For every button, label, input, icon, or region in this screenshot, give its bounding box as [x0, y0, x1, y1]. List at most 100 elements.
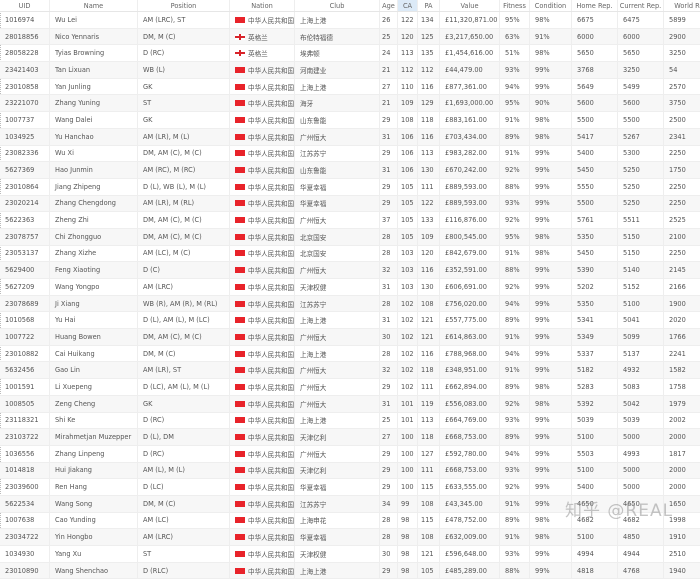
cell-current-rep: 5511: [618, 212, 664, 228]
table-row[interactable]: 5632456 Gao Lin AM (LR), ST 中华人民共和国 广州恒大 32 10…: [0, 362, 700, 380]
table-row[interactable]: 23039600 Ren Hang D (LC) 中华人民共和国 华夏幸福 29 100 11…: [0, 479, 700, 496]
column-header-pa[interactable]: PA: [418, 0, 440, 11]
table-row[interactable]: 5627369 Hao Junmin AM (RC), M (RC) 中华人民共和国山…: [0, 162, 700, 179]
cell-current-rep: 5000: [618, 429, 664, 445]
table-row[interactable]: 23020214 Zhang Chengdong AM (LR), M (RL) 中华…: [0, 195, 700, 213]
cell-condition: 99%: [530, 562, 572, 579]
table-row[interactable]: 1001591 Li Xuepeng D (LC), AM (L), M (L) 中华…: [0, 379, 700, 396]
cell-home-rep: 5341: [572, 312, 618, 329]
table-row[interactable]: 1016974 Wu Lei AM (LRC), ST 中华人民共和国 上海上港 26 12…: [0, 12, 700, 29]
cell-fitness: 91%: [500, 245, 530, 262]
china-flag-icon: [235, 400, 245, 407]
table-row[interactable]: 23053137 Zhang Xizhe AM (LC), M (C) 中华人民共和国…: [0, 245, 700, 263]
cell-value: £614,863.00: [440, 329, 500, 345]
column-header-nation[interactable]: Nation: [230, 0, 295, 11]
nation-label: 中华人民共和国: [248, 400, 295, 409]
table-row[interactable]: 23010882 Cai Huikang DM, M (C) 中华人民共和国 上海上港 2…: [0, 345, 700, 363]
column-header-club[interactable]: Club: [295, 0, 380, 11]
cell-nation: 英格兰: [230, 28, 295, 45]
cell-nation: 中华人民共和国: [230, 112, 295, 128]
column-header-home-rep[interactable]: Home Rep.: [572, 0, 618, 11]
column-header-ca[interactable]: CA: [398, 0, 418, 11]
table-row[interactable]: 23078757 Chi Zhongguo DM, AM (C), M (C) 中华人…: [0, 228, 700, 246]
cell-ca: 100: [398, 445, 418, 462]
cell-pa: 116: [418, 345, 440, 362]
table-row[interactable]: 1036556 Zhang Linpeng D (RC) 中华人民共和国 广州恒大 29 1…: [0, 445, 700, 463]
table-row[interactable]: 23010890 Wang Shenchao D (RLC) 中华人民共和国 上海上港 2…: [0, 562, 700, 579]
cell-uid: 23421403: [0, 62, 50, 78]
china-flag-icon: [235, 534, 245, 541]
column-header-condition[interactable]: Condition: [530, 0, 572, 11]
cell-club: 山东鲁能: [295, 162, 380, 178]
cell-age: 30: [380, 546, 398, 562]
cell-name: Feng Xiaoting: [50, 262, 138, 278]
nation-label: 中华人民共和国: [248, 233, 295, 242]
table-row[interactable]: 23082336 Wu Xi DM, AM (C), M (C) 中华人民共和国 江苏苏…: [0, 145, 700, 163]
column-header-current-rep[interactable]: Current Rep.: [618, 0, 664, 11]
cell-ca: 109: [398, 95, 418, 112]
cell-name: Cao Yunding: [50, 512, 138, 529]
cell-fitness: 91%: [500, 145, 530, 162]
cell-nation: 中华人民共和国: [230, 529, 295, 545]
table-row[interactable]: 1034930 Yang Xu ST 中华人民共和国 天津权健 30 98 121 £596,6…: [0, 546, 700, 563]
column-header-world-rep[interactable]: World Rep.: [664, 0, 700, 11]
cell-fitness: 94%: [500, 445, 530, 462]
cell-club: 广州恒大: [295, 212, 380, 228]
china-flag-icon: [235, 66, 245, 73]
cell-club: 上海申花: [295, 512, 380, 529]
column-header-uid[interactable]: UID: [0, 0, 50, 11]
cell-nation: 中华人民共和国: [230, 95, 295, 112]
cell-club: 广州恒大: [295, 128, 380, 145]
table-row[interactable]: 23078689 Ji Xiang WB (R), AM (R), M (RL) 中华…: [0, 295, 700, 313]
column-header-fitness[interactable]: Fitness: [500, 0, 530, 11]
table-row[interactable]: 28018856 Nico Yennaris DM, M (C) 英格兰 布伦特福德 25…: [0, 28, 700, 46]
table-row[interactable]: 23103722 Mirahmetjan Muzepper D (L), DM 中华人…: [0, 429, 700, 446]
cell-position: D (C): [138, 262, 230, 278]
table-row[interactable]: 23118321 Shi Ke D (RC) 中华人民共和国 上海上港 25 101 113 £…: [0, 412, 700, 430]
cell-current-rep: 5000: [618, 479, 664, 495]
cell-home-rep: 5450: [572, 162, 618, 178]
cell-current-rep: 4850: [618, 529, 664, 545]
table-row[interactable]: 1007722 Huang Bowen DM, AM (C), M (C) 中华人民共…: [0, 329, 700, 346]
cell-condition: 99%: [530, 479, 572, 495]
cell-club: 北京国安: [295, 245, 380, 262]
table-row[interactable]: 23221070 Zhang Yuning ST 中华人民共和国 海牙 21 109 129 £…: [0, 95, 700, 113]
cell-value: £485,289.00: [440, 562, 500, 579]
cell-name: Mirahmetjan Muzepper: [50, 429, 138, 445]
table-row[interactable]: 5627209 Wang Yongpo AM (LRC) 中华人民共和国 天津权健 31 1…: [0, 279, 700, 296]
table-row[interactable]: 1008505 Zeng Cheng GK 中华人民共和国 广州恒大 31 101 119 £5…: [0, 395, 700, 413]
table-row[interactable]: 5622363 Zheng Zhi DM, AM (C), M (C) 中华人民共和国…: [0, 212, 700, 229]
cell-ca: 106: [398, 162, 418, 178]
column-header-name[interactable]: Name: [50, 0, 138, 11]
cell-fitness: 88%: [500, 178, 530, 195]
table-row[interactable]: 1014818 Hui Jiakang AM (L), M (L) 中华人民共和国 天津…: [0, 462, 700, 480]
table-row[interactable]: 23010858 Yan Junling GK 中华人民共和国 上海上港 27 110 116…: [0, 78, 700, 96]
cell-nation: 中华人民共和国: [230, 345, 295, 362]
table-row[interactable]: 1034925 Yu Hanchao AM (LR), M (L) 中华人民共和国 广州…: [0, 128, 700, 146]
nation-label: 中华人民共和国: [248, 183, 295, 192]
table-row[interactable]: 1007737 Wang Dalei GK 中华人民共和国 山东鲁能 29 108 118 £8…: [0, 112, 700, 129]
cell-condition: 99%: [530, 546, 572, 562]
nation-label: 中华人民共和国: [248, 150, 295, 159]
cell-ca: 101: [398, 412, 418, 429]
table-row[interactable]: 23010864 Jiang Zhipeng D (L), WB (L), M (L…: [0, 178, 700, 196]
table-row[interactable]: 5629400 Feng Xiaoting D (C) 中华人民共和国 广州恒大 32 10…: [0, 262, 700, 279]
cell-home-rep: 5390: [572, 262, 618, 278]
cell-club: 河南建业: [295, 62, 380, 78]
column-header-age[interactable]: Age: [380, 0, 398, 11]
cell-club: 布伦特福德: [295, 28, 380, 45]
cell-value: £596,648.00: [440, 546, 500, 562]
cell-fitness: 89%: [500, 379, 530, 395]
column-header-value[interactable]: Value: [440, 0, 500, 11]
table-row[interactable]: 23421403 Tan Lixuan WB (L) 中华人民共和国 河南建业 21 112…: [0, 62, 700, 79]
cell-nation: 中华人民共和国: [230, 178, 295, 195]
cell-world-rep: 1979: [669, 399, 686, 408]
cell-club: 山东鲁能: [295, 112, 380, 128]
cell-current-rep: 5500: [618, 112, 664, 128]
cell-club: 上海上港: [295, 12, 380, 28]
cell-pa: 118: [418, 362, 440, 379]
table-row[interactable]: 1010568 Yu Hai D (L), AM (L), M (LC) 中华人民共和…: [0, 312, 700, 330]
table-row[interactable]: 28058228 Tyias Browning D (RC) 英格兰 埃弗顿 24 113 1…: [0, 45, 700, 63]
cell-uid: 23082336: [0, 145, 50, 162]
column-header-position[interactable]: Position: [138, 0, 230, 11]
